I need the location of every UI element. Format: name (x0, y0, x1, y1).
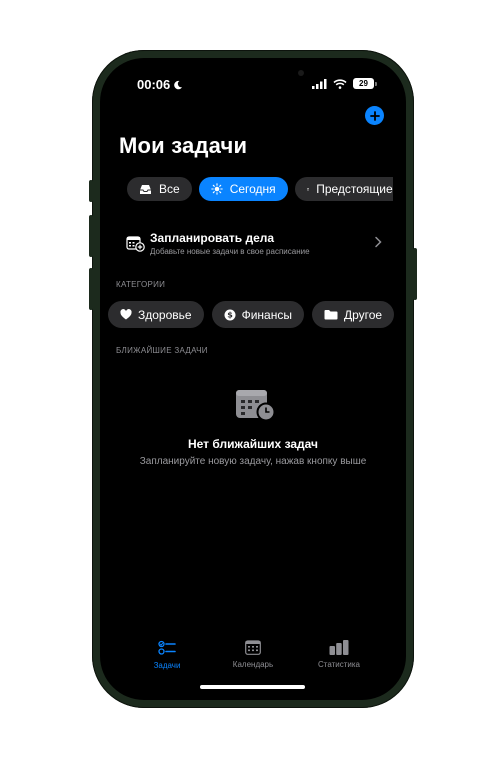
add-task-button[interactable] (365, 106, 384, 125)
tab-calendar-label: Календарь (232, 660, 274, 669)
camera-icon (298, 70, 304, 76)
category-other-label: Другое (343, 307, 383, 322)
home-indicator[interactable] (200, 685, 305, 689)
category-other[interactable]: Другое (311, 301, 395, 328)
checklist-icon (158, 640, 176, 655)
status-time: 00:06 (137, 77, 183, 92)
empty-state-title: Нет ближайших задач (187, 437, 319, 451)
calendar-icon (306, 187, 310, 191)
tab-statistics-label: Статистика (317, 660, 360, 669)
tray-icon (140, 184, 151, 194)
phone-screen: 00:06 29 Мои задачи Все Сегодня Предстоя… (100, 58, 406, 700)
filter-all-label: Все (159, 182, 180, 196)
calendar-icon (245, 640, 261, 655)
volume-up-button (89, 215, 93, 257)
filter-today-label: Сегодня (229, 182, 276, 196)
action-button (89, 180, 93, 202)
filter-all[interactable]: Все (127, 177, 192, 201)
category-list: Здоровье $ Финансы Другое (108, 301, 395, 328)
category-finance[interactable]: $ Финансы (211, 301, 304, 328)
tab-bar: Задачи Календарь Статистика (100, 640, 406, 670)
plus-icon (369, 110, 380, 121)
moon-icon (174, 80, 183, 89)
category-health[interactable]: Здоровье (108, 301, 204, 328)
filter-chips: Все Сегодня Предстоящие (127, 177, 393, 201)
schedule-title: Запланировать дела (150, 230, 275, 245)
battery-icon: 29 (353, 78, 377, 89)
category-health-label: Здоровье (138, 307, 192, 322)
signal-icon (312, 78, 327, 89)
filter-upcoming[interactable]: Предстоящие (294, 177, 393, 201)
tab-calendar[interactable]: Календарь (218, 640, 288, 670)
page-title: Мои задачи (119, 133, 248, 158)
filter-upcoming-label: Предстоящие (316, 182, 393, 196)
filter-today[interactable]: Сегодня (198, 177, 288, 201)
tab-tasks-label: Задачи (153, 661, 181, 670)
status-indicators: 29 (312, 78, 377, 89)
dollar-icon: $ (224, 309, 236, 320)
wifi-icon (333, 78, 347, 89)
chart-icon (329, 640, 349, 655)
sun-icon (210, 183, 223, 195)
tab-tasks[interactable]: Задачи (132, 640, 202, 670)
calendar-clock-icon (236, 390, 276, 422)
notch (192, 58, 314, 90)
time-label: 00:06 (137, 77, 171, 92)
heart-icon (120, 309, 132, 320)
empty-state-subtitle: Запланируйте новую задачу, нажав кнопку … (139, 456, 367, 467)
calendar-add-icon (126, 235, 145, 252)
schedule-text: Запланировать дела Добавьте новые задачи… (150, 231, 310, 256)
svg-text:$: $ (227, 310, 233, 319)
tab-statistics[interactable]: Статистика (304, 640, 374, 670)
folder-icon (324, 310, 338, 320)
category-finance-label: Финансы (241, 307, 292, 322)
power-button (413, 248, 417, 300)
categories-heading: КАТЕГОРИИ (116, 280, 166, 289)
upcoming-heading: БЛИЖАЙШИЕ ЗАДАЧИ (116, 346, 208, 355)
volume-down-button (89, 268, 93, 310)
schedule-subtitle: Добавьте новые задачи в свое расписание (150, 246, 310, 256)
chevron-right-icon (375, 236, 382, 248)
schedule-tasks-row[interactable]: Запланировать дела Добавьте новые задачи… (126, 228, 382, 258)
